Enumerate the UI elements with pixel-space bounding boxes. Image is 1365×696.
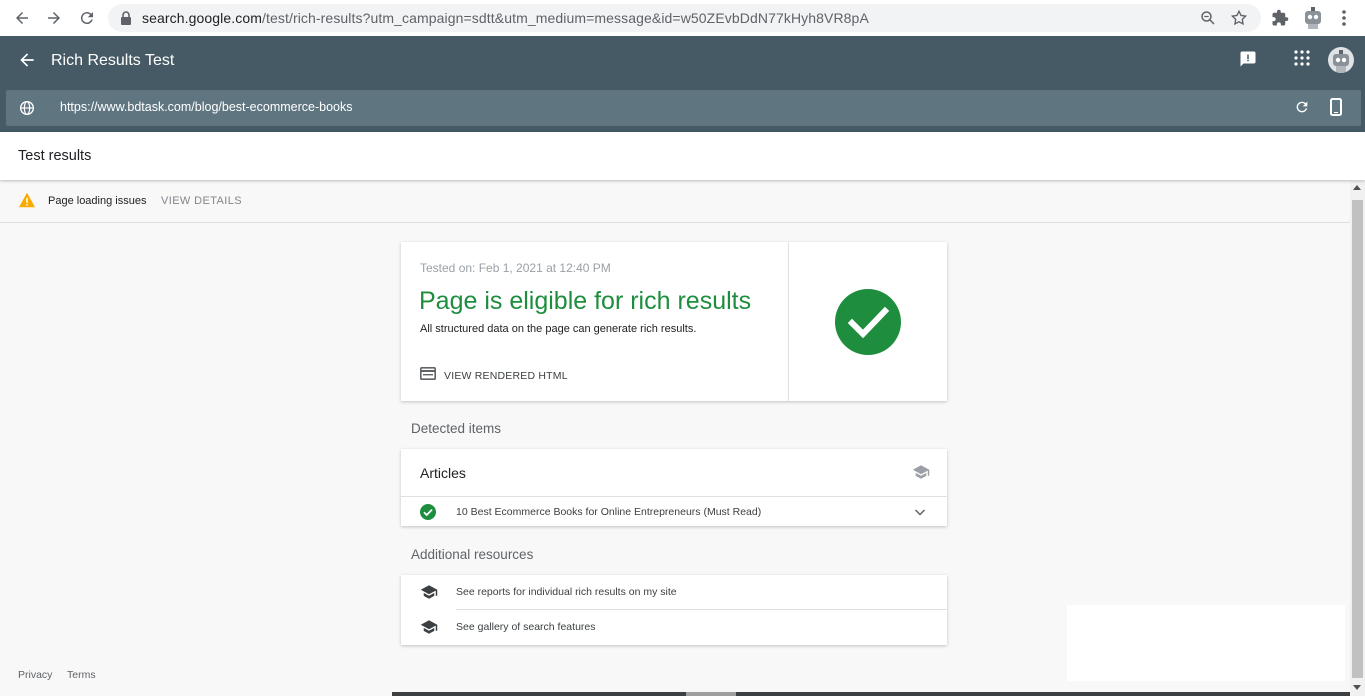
globe-icon	[19, 100, 35, 116]
page-loading-warning: Page loading issues VIEW DETAILS	[0, 181, 1350, 223]
resource-link-text[interactable]: See reports for individual rich results …	[456, 586, 677, 598]
tested-url-bar[interactable]: https://www.bdtask.com/blog/best-ecommer…	[6, 90, 1361, 126]
scrollbar-thumb[interactable]	[1352, 200, 1363, 678]
zoom-icon[interactable]	[1199, 9, 1217, 32]
card-separator	[401, 496, 947, 497]
reload-icon[interactable]	[76, 7, 98, 29]
page-title: Test results	[18, 148, 92, 164]
additional-resources-label: Additional resources	[411, 547, 534, 562]
feedback-icon[interactable]	[1239, 50, 1259, 70]
articles-title: Articles	[420, 465, 466, 481]
app-header: Rich Results Test https://www.bdtask.com…	[0, 36, 1365, 132]
retest-icon[interactable]	[1294, 99, 1312, 117]
address-bar[interactable]: search.google.com/test/rich-results?utm_…	[108, 4, 1261, 32]
check-circle-icon	[835, 289, 901, 355]
detected-items-label: Detected items	[411, 421, 502, 436]
back-arrow-icon[interactable]	[11, 7, 33, 29]
apps-grid-icon[interactable]	[1294, 50, 1314, 70]
result-summary-card: Tested on: Feb 1, 2021 at 12:40 PM Page …	[401, 242, 947, 401]
privacy-link[interactable]: Privacy	[18, 669, 52, 681]
view-rendered-html-label: VIEW RENDERED HTML	[444, 370, 568, 382]
bottom-scrollbar-thumb[interactable]	[686, 692, 736, 696]
smartphone-icon[interactable]	[1330, 98, 1348, 118]
app-title: Rich Results Test	[51, 52, 175, 69]
chevron-down-icon[interactable]	[913, 505, 927, 519]
blank-panel	[1067, 605, 1345, 681]
view-rendered-html-button[interactable]: VIEW RENDERED HTML	[420, 367, 568, 385]
graduation-cap-icon	[420, 619, 438, 637]
graduation-cap-icon	[420, 584, 438, 602]
forward-arrow-icon[interactable]	[43, 7, 65, 29]
warning-text: Page loading issues	[48, 195, 147, 207]
detected-item-text: 10 Best Ecommerce Books for Online Entre…	[456, 506, 762, 518]
address-url[interactable]: search.google.com/test/rich-results?utm_…	[142, 10, 869, 26]
tested-on-timestamp: Tested on: Feb 1, 2021 at 12:40 PM	[420, 261, 611, 275]
bottom-scrollbar	[392, 692, 1350, 696]
graduation-cap-icon[interactable]	[912, 464, 930, 482]
view-details-link[interactable]: VIEW DETAILS	[161, 195, 242, 207]
results-header: Test results	[0, 132, 1365, 180]
eligibility-status-title: Page is eligible for rich results	[419, 287, 752, 315]
back-arrow-icon[interactable]	[17, 50, 39, 72]
articles-card: Articles 10 Best Ecommerce Books for Onl…	[401, 449, 947, 526]
browser-window-icon	[420, 367, 436, 385]
scroll-down-arrow-icon[interactable]	[1353, 685, 1361, 690]
card-divider	[788, 242, 789, 401]
terms-link[interactable]: Terms	[67, 669, 96, 681]
warning-icon	[18, 192, 36, 210]
profile-icon[interactable]	[1301, 5, 1325, 31]
eligibility-description: All structured data on the page can gene…	[420, 323, 697, 335]
avatar[interactable]	[1328, 47, 1354, 73]
scroll-up-arrow-icon[interactable]	[1353, 185, 1361, 190]
lock-icon	[120, 11, 132, 30]
resource-link-text[interactable]: See gallery of search features	[456, 621, 596, 633]
resources-card: See reports for individual rich results …	[401, 575, 947, 645]
star-icon[interactable]	[1230, 9, 1248, 32]
browser-toolbar: search.google.com/test/rich-results?utm_…	[0, 0, 1365, 36]
list-item[interactable]: See gallery of search features	[401, 610, 947, 645]
extensions-icon[interactable]	[1269, 7, 1291, 29]
menu-icon[interactable]	[1333, 7, 1355, 29]
tested-url-text[interactable]: https://www.bdtask.com/blog/best-ecommer…	[60, 100, 352, 114]
list-item[interactable]: See reports for individual rich results …	[401, 575, 947, 610]
check-circle-icon	[420, 504, 436, 520]
